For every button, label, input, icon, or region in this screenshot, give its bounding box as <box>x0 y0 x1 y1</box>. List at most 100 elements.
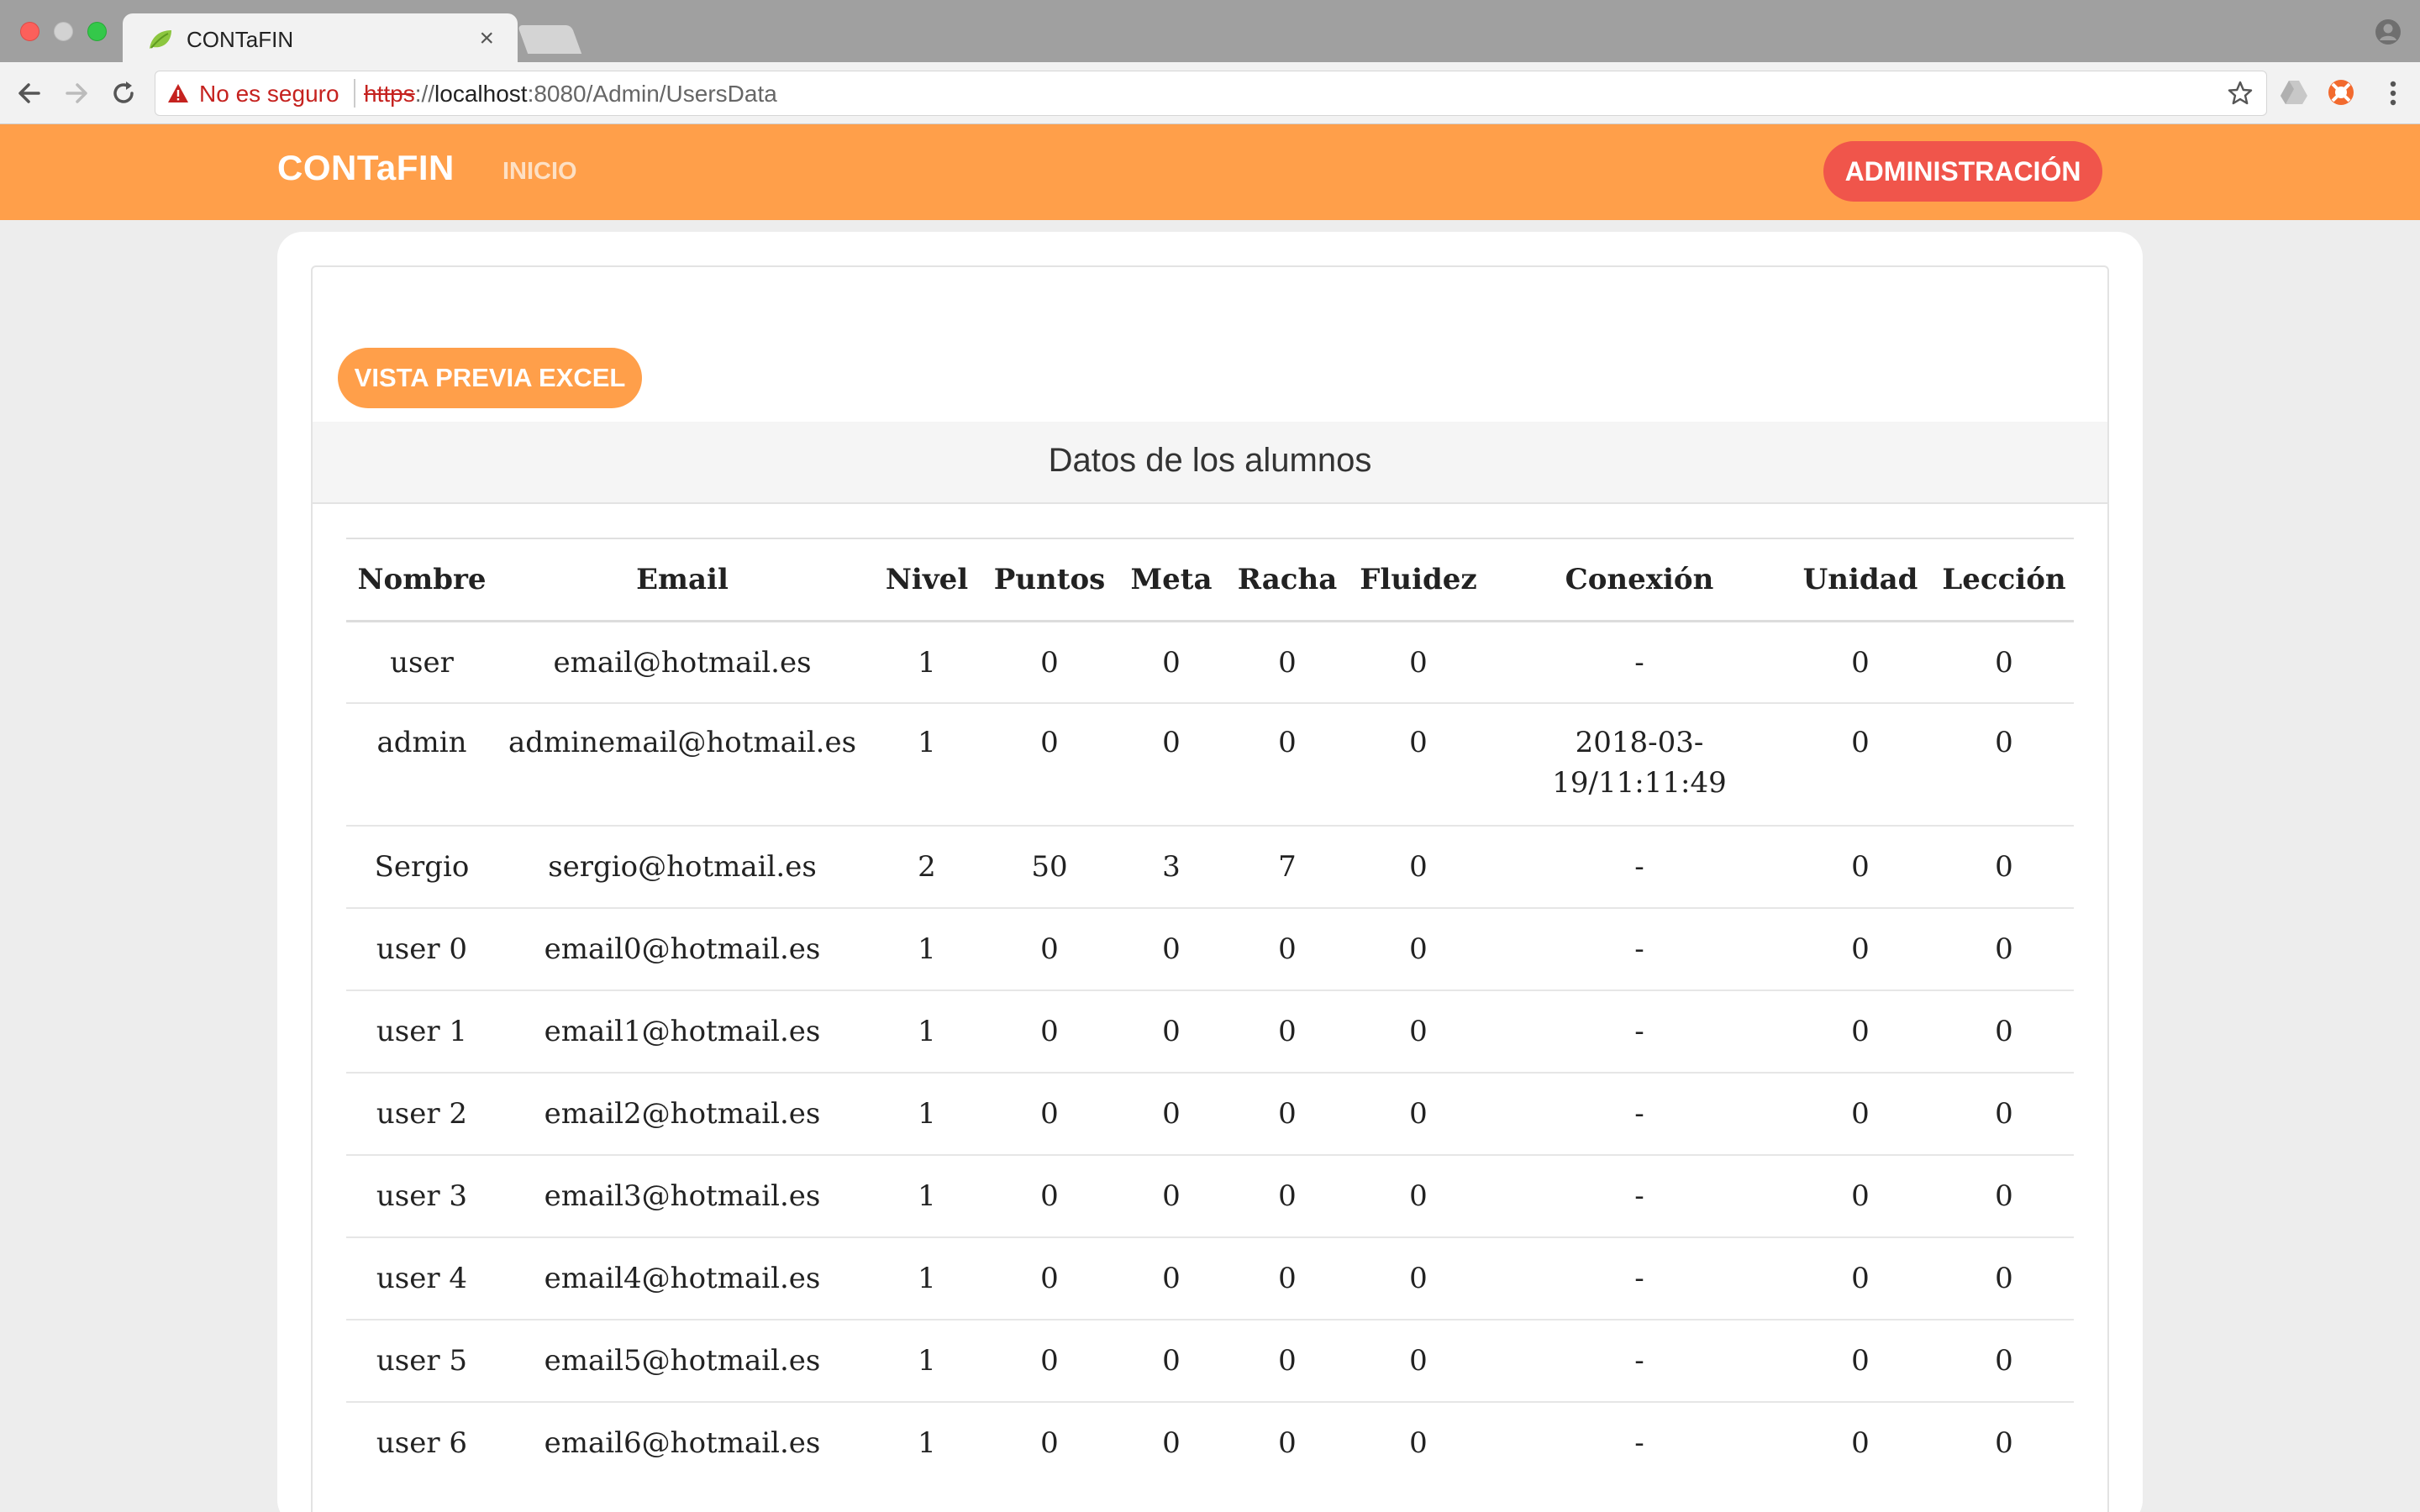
cell-unidad: 0 <box>1786 1236 1934 1320</box>
url-separator: :// <box>414 81 435 107</box>
forward-arrow-icon[interactable] <box>60 77 92 109</box>
cell-puntos: 0 <box>986 990 1113 1073</box>
cell-nombre: user 3 <box>346 1154 497 1237</box>
cell-nivel: 1 <box>867 620 986 703</box>
column-header-leccion: Lección <box>1942 562 2066 596</box>
close-window-button[interactable] <box>20 22 39 41</box>
app-navbar: CONTaFIN INICIO ADMINISTRACIÓN <box>0 124 2420 220</box>
security-label[interactable]: No es seguro <box>199 81 339 108</box>
table-header-bar: Datos de los alumnos <box>313 422 2107 504</box>
back-arrow-icon[interactable] <box>13 77 45 109</box>
cell-fluidez: 0 <box>1344 1154 1492 1237</box>
cell-puntos: 0 <box>986 1236 1113 1320</box>
cell-meta: 0 <box>1113 620 1230 703</box>
maximize-window-button[interactable] <box>87 22 107 41</box>
cell-puntos: 50 <box>986 825 1113 908</box>
cell-unidad: 0 <box>1786 990 1934 1073</box>
cell-meta: 3 <box>1113 825 1230 908</box>
cell-fluidez: 0 <box>1344 907 1492 990</box>
table-title: Datos de los alumnos <box>1048 442 1372 479</box>
cell-nombre: user 4 <box>346 1236 497 1320</box>
tab-close-icon[interactable]: × <box>479 24 494 53</box>
column-header-puntos: Puntos <box>993 562 1106 596</box>
cell-conexion: 2018-03- 19/11:11:49 <box>1492 702 1786 826</box>
cell-puntos: 0 <box>986 907 1113 990</box>
cell-leccion: 0 <box>1934 907 2074 990</box>
cell-leccion: 0 <box>1934 1154 2074 1237</box>
cell-nivel: 1 <box>867 1401 986 1484</box>
cell-leccion: 0 <box>1934 1401 2074 1484</box>
cell-email: email2@hotmail.es <box>497 1072 867 1155</box>
cell-email: email5@hotmail.es <box>497 1319 867 1402</box>
column-header-conexion: Conexión <box>1565 562 1714 596</box>
excel-preview-button[interactable]: VISTA PREVIA EXCEL <box>338 348 642 408</box>
cell-leccion: 0 <box>1934 1319 2074 1402</box>
table-row: user 3 email3@hotmail.es 1 0 0 0 0-0 0 <box>346 1154 2074 1237</box>
cell-racha: 0 <box>1230 990 1344 1073</box>
cell-puntos: 0 <box>986 702 1113 826</box>
cell-racha: 0 <box>1230 1319 1344 1402</box>
cell-meta: 0 <box>1113 1401 1230 1484</box>
browser-toolbar: No es seguro https://localhost:8080/Admi… <box>0 62 2420 124</box>
new-tab-button[interactable] <box>517 25 582 54</box>
table-row: user 1 email1@hotmail.es 1 0 0 0 0-0 0 <box>346 990 2074 1073</box>
profile-icon[interactable] <box>2375 18 2402 45</box>
minimize-window-button[interactable] <box>54 22 73 41</box>
cell-unidad: 0 <box>1786 1154 1934 1237</box>
cell-email: email3@hotmail.es <box>497 1154 867 1237</box>
cell-leccion: 0 <box>1934 1072 2074 1155</box>
cell-puntos: 0 <box>986 1154 1113 1237</box>
cell-racha: 0 <box>1230 620 1344 703</box>
cell-conexion: - <box>1492 907 1786 990</box>
students-table: Nombre Email Nivel Puntos Meta Racha Flu… <box>346 538 2074 1484</box>
administracion-button[interactable]: ADMINISTRACIÓN <box>1823 141 2102 202</box>
cell-nombre: Sergio <box>346 825 497 908</box>
cell-fluidez: 0 <box>1344 1319 1492 1402</box>
column-header-racha: Racha <box>1237 562 1338 596</box>
extension-lifebuoy-icon[interactable] <box>2326 77 2356 108</box>
cell-leccion: 0 <box>1934 1236 2074 1320</box>
cell-racha: 0 <box>1230 1401 1344 1484</box>
reload-icon[interactable] <box>108 77 139 109</box>
cell-unidad: 0 <box>1786 825 1934 908</box>
cell-conexion: - <box>1492 620 1786 703</box>
cell-racha: 0 <box>1230 1072 1344 1155</box>
cell-nivel: 1 <box>867 990 986 1073</box>
cell-email: email4@hotmail.es <box>497 1236 867 1320</box>
cell-nombre: user 1 <box>346 990 497 1073</box>
cell-nombre: admin <box>346 702 497 826</box>
cell-conexion: - <box>1492 990 1786 1073</box>
cell-conexion: - <box>1492 1319 1786 1402</box>
cell-nombre: user 6 <box>346 1401 497 1484</box>
cell-puntos: 0 <box>986 1401 1113 1484</box>
cell-conexion: - <box>1492 825 1786 908</box>
column-header-nivel: Nivel <box>885 562 969 596</box>
cell-fluidez: 0 <box>1344 1236 1492 1320</box>
cell-fluidez: 0 <box>1344 1401 1492 1484</box>
url-text[interactable]: https://localhost:8080/Admin/UsersData <box>364 81 777 108</box>
column-header-unidad: Unidad <box>1802 562 1918 596</box>
cell-unidad: 0 <box>1786 620 1934 703</box>
address-bar[interactable]: No es seguro https://localhost:8080/Admi… <box>155 71 2267 116</box>
cell-conexion: - <box>1492 1072 1786 1155</box>
cell-email: email@hotmail.es <box>497 620 867 703</box>
brand-logo[interactable]: CONTaFIN <box>277 148 455 188</box>
table-row: user 6 email6@hotmail.es 1 0 0 0 0-0 0 <box>346 1401 2074 1484</box>
cell-puntos: 0 <box>986 620 1113 703</box>
browser-tab[interactable]: CONTaFIN × <box>123 13 518 64</box>
cell-fluidez: 0 <box>1344 702 1492 826</box>
browser-tab-bar: CONTaFIN × <box>0 0 2420 64</box>
cell-email: email1@hotmail.es <box>497 990 867 1073</box>
bookmark-star-icon[interactable] <box>2228 81 2253 106</box>
drive-extension-icon[interactable] <box>2279 77 2309 108</box>
cell-fluidez: 0 <box>1344 620 1492 703</box>
cell-leccion: 0 <box>1934 825 2074 908</box>
table-row: user 4 email4@hotmail.es 1 0 0 0 0-0 0 <box>346 1236 2074 1320</box>
browser-menu-icon[interactable] <box>2385 77 2402 109</box>
column-header-email: Email <box>636 562 729 596</box>
cell-nombre: user 0 <box>346 907 497 990</box>
leaf-icon <box>150 30 171 49</box>
table-row: user 2 email2@hotmail.es 1 0 0 0 0-0 0 <box>346 1072 2074 1155</box>
cell-racha: 0 <box>1230 907 1344 990</box>
nav-link-inicio[interactable]: INICIO <box>502 158 577 186</box>
